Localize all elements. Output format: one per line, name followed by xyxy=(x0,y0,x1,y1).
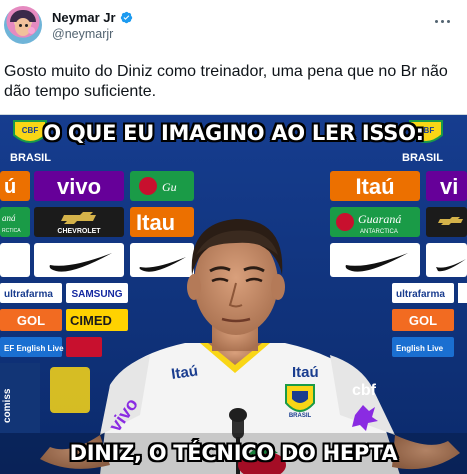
tweet-media-image[interactable]: CBF BRASIL CBF BRASIL ú vivo Gu Itaú vi … xyxy=(0,114,467,474)
shirt-badge-text: BRASIL xyxy=(289,413,312,419)
svg-text:Gu: Gu xyxy=(162,180,177,194)
logo-ultrafarma-left: ultrafarma xyxy=(4,289,53,300)
logo-ultrafarma-right: ultrafarma xyxy=(396,289,445,300)
logo-samsung: SAMSUNG xyxy=(71,289,122,300)
svg-text:RCTICA: RCTICA xyxy=(2,228,21,234)
svg-text:aná: aná xyxy=(2,213,16,223)
logo-gol-right: GOL xyxy=(409,313,437,328)
shirt-sponsor-right: Itaú xyxy=(292,364,319,381)
handle[interactable]: @neymarjr xyxy=(52,27,113,41)
logo-guarana: Guaraná xyxy=(358,212,401,226)
svg-text:comiss: comiss xyxy=(2,388,13,423)
svg-text:Itau: Itau xyxy=(136,210,175,235)
logo-brasil-right: BRASIL xyxy=(402,152,443,164)
avatar[interactable] xyxy=(4,6,42,44)
svg-text:ú: ú xyxy=(4,176,16,198)
svg-text:English Live: English Live xyxy=(396,344,444,353)
shirt-cbf-crest: BRASIL xyxy=(285,384,315,419)
more-options-icon[interactable] xyxy=(429,11,455,31)
logo-brasil-left: BRASIL xyxy=(10,152,51,164)
logo-chevrolet: CHEVROLET xyxy=(57,228,101,235)
tweet-header: Neymar Jr @neymarjr xyxy=(0,0,467,52)
verified-badge-icon xyxy=(120,11,132,24)
svg-text:vi: vi xyxy=(440,174,458,199)
author-name-row[interactable]: Neymar Jr xyxy=(52,10,133,25)
display-name[interactable]: Neymar Jr xyxy=(52,10,116,25)
logo-antarctica: ANTARCTICA xyxy=(360,229,398,235)
logo-itau-right: Itaú xyxy=(355,174,394,199)
tweet-text: Gosto muito do Diniz como treinador, uma… xyxy=(4,63,448,100)
meme-photo: CBF BRASIL CBF BRASIL ú vivo Gu Itaú vi … xyxy=(0,115,467,474)
meme-bottom-caption: DINIZ, O TÉCNICO DO HEPTA xyxy=(69,441,398,465)
logo-vivo: vivo xyxy=(57,174,101,199)
logo-cimed: CIMED xyxy=(70,313,112,328)
meme-top-caption: O QUE EU IMAGINO AO LER ISSO: xyxy=(43,121,424,145)
logo-gol-left: GOL xyxy=(17,313,45,328)
mic-brand: cbf xyxy=(352,382,377,399)
logo-english-live: EF English Live xyxy=(4,344,64,353)
